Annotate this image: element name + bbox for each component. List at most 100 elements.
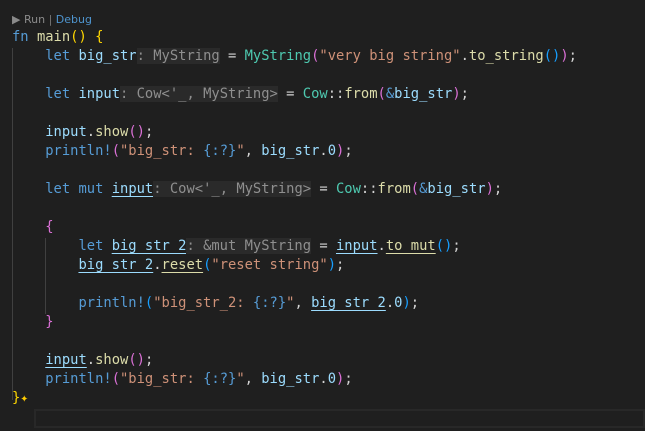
code-token: main [36, 29, 71, 45]
code-token: . [153, 257, 162, 273]
current-line-highlight [34, 409, 645, 428]
code-token: ( [144, 295, 154, 311]
code-token: ; [568, 48, 577, 64]
codelens-separator: | [48, 13, 53, 26]
code-token: ; [452, 238, 461, 254]
sparkle-icon[interactable]: ✦ [20, 391, 28, 406]
code-line[interactable]: } [12, 313, 577, 332]
code-token: . [377, 238, 386, 254]
code-token: = [219, 48, 245, 64]
code-token: big_str_2 [311, 295, 386, 311]
code-token: big_str [394, 86, 453, 102]
code-token: " [236, 143, 245, 159]
code-line[interactable]: fn main() { [12, 28, 577, 47]
code-token: , [294, 295, 312, 311]
code-token: & [385, 86, 395, 102]
code-token: {:?} [203, 371, 237, 387]
code-token: big_str [261, 143, 320, 159]
code-token: let [12, 238, 104, 254]
code-line[interactable]: let big_str_2: &mut MyString = input.to_… [12, 237, 577, 256]
code-token: , [244, 143, 262, 159]
code-line[interactable] [12, 275, 577, 294]
code-token: MyString [244, 48, 312, 64]
code-token: to_string [468, 48, 544, 64]
code-token: big_str [427, 181, 486, 197]
run-codelens[interactable]: ▶ Run [12, 13, 45, 26]
code-line[interactable]: println!("big_str: {:?}", big_str.0); [12, 370, 577, 389]
code-token: let [12, 48, 71, 64]
inlay-type-hint: : Cow<'_, MyString> [153, 181, 312, 197]
code-token: () [128, 124, 145, 140]
code-editor[interactable]: fn main() { let big_str: MyString = MySt… [12, 28, 577, 408]
code-token: big_str_2 [78, 257, 154, 273]
code-line[interactable]: println!("big_str: {:?}", big_str.0); [12, 142, 577, 161]
code-token: ; [460, 86, 469, 102]
code-token: Cow [336, 181, 361, 197]
code-token: let [12, 86, 71, 102]
code-token: reset [161, 257, 204, 273]
code-line[interactable] [12, 199, 577, 218]
code-token: to_mut [385, 238, 436, 254]
code-token: {:?} [203, 143, 237, 159]
code-token: big_str [78, 48, 137, 64]
code-token: ; [144, 124, 154, 140]
code-line[interactable] [12, 104, 577, 123]
code-token: ; [344, 143, 353, 159]
code-token: . [319, 371, 328, 387]
code-token: () [128, 352, 145, 368]
code-token: ; [410, 295, 420, 311]
code-token: "reset string" [211, 257, 328, 273]
code-token: input [78, 86, 121, 102]
code-token: let [12, 181, 71, 197]
code-token: () [435, 238, 453, 254]
inlay-type-hint: : MyString [136, 48, 220, 64]
code-line[interactable] [12, 161, 577, 180]
code-line[interactable]: let big_str: MyString = MyString("very b… [12, 47, 577, 66]
code-token: big_str_2 [111, 238, 187, 254]
code-token: :: [360, 181, 378, 197]
code-token: "big_str: [120, 371, 204, 387]
code-token: "big_str_2: [153, 295, 253, 311]
code-line[interactable]: let input: Cow<'_, MyString> = Cow::from… [12, 85, 577, 104]
code-token: ; [493, 181, 503, 197]
code-line[interactable]: big_str_2.reset("reset string"); [12, 256, 577, 275]
code-token: Cow [302, 86, 328, 102]
code-token: from [377, 181, 411, 197]
code-token: = [311, 181, 336, 197]
code-token: show [95, 124, 129, 140]
code-line[interactable] [12, 66, 577, 85]
code-token: ( [410, 181, 420, 197]
code-token: fn [12, 29, 29, 45]
code-token: . [86, 352, 96, 368]
code-token: println! [45, 143, 112, 159]
code-token: big_str [261, 371, 320, 387]
code-token: ; [344, 371, 353, 387]
code-token: :: [327, 86, 345, 102]
inlay-type-hint: : &mut MyString [186, 238, 312, 254]
code-line[interactable] [12, 332, 577, 351]
code-token: . [460, 48, 469, 64]
code-line[interactable]: let mut input: Cow<'_, MyString> = Cow::… [12, 180, 577, 199]
code-line[interactable]: input.show(); [12, 351, 577, 370]
code-token: = [277, 86, 303, 102]
code-line[interactable]: println!("big_str_2: {:?}", big_str_2.0)… [12, 294, 577, 313]
code-token: mut [78, 181, 104, 197]
code-token: 0 [327, 143, 337, 159]
inlay-type-hint: : Cow<'_, MyString> [120, 86, 278, 102]
code-token: () [70, 29, 87, 45]
code-line[interactable]: { [12, 218, 577, 237]
code-token: { [45, 219, 54, 235]
code-line[interactable]: input.show(); [12, 123, 577, 142]
code-token: ; [336, 257, 345, 273]
code-token: ; [144, 352, 154, 368]
debug-codelens[interactable]: Debug [56, 13, 92, 26]
code-line[interactable]: }✦ [12, 389, 577, 408]
